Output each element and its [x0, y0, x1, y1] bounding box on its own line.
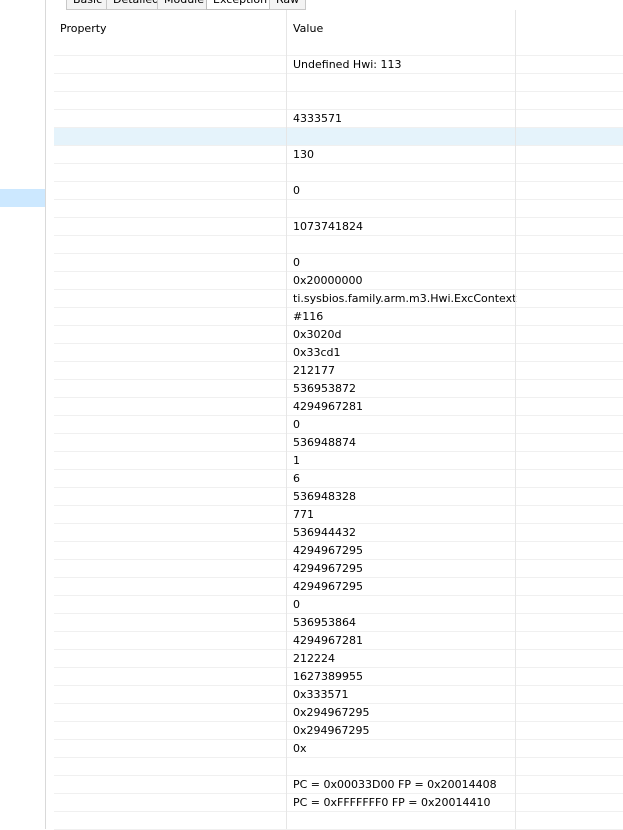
value-cell: 4294967295 — [293, 580, 363, 593]
value-cell: 1073741824 — [293, 220, 363, 233]
table-row[interactable]: lr4294967281 — [54, 632, 623, 650]
table-row[interactable]: psr1627389955 — [54, 668, 623, 686]
table-row[interactable]: r14294967281 — [54, 398, 623, 416]
table-row[interactable]: threadStack0x33cd1 — [54, 344, 623, 362]
tree-group-row[interactable]: Exception context — [54, 74, 623, 92]
value-cell: ti.sysbios.family.arm.m3.Hwi.ExcContext — [293, 292, 517, 305]
table-row[interactable]: 00 — [54, 182, 623, 200]
table-row[interactable]: threadType#116 — [54, 308, 623, 326]
value-cell: 536953864 — [293, 616, 356, 629]
tree-group-row[interactable]: Decoded exception — [54, 38, 623, 56]
table-row[interactable]: AFSR0x — [54, 740, 623, 758]
value-cell: #116 — [293, 310, 324, 323]
table-row[interactable]: r3536948874 — [54, 434, 623, 452]
tree-group-row[interactable]: UFSR — [54, 164, 623, 182]
table-rows: Decoded exceptionDecodedUndefined Hwi: 1… — [54, 38, 623, 830]
tab-bar: Basic Detailed Module Exception Raw — [46, 0, 623, 10]
value-cell: 0x294967295 — [293, 724, 370, 737]
value-cell: 130 — [293, 148, 314, 161]
value-cell: 4294967281 — [293, 634, 363, 647]
table-row[interactable]: r8536944432 — [54, 524, 623, 542]
value-cell: 0 — [293, 184, 300, 197]
value-cell: 0x333571 — [293, 688, 349, 701]
value-cell: 1 — [293, 454, 300, 467]
value-cell: 536948328 — [293, 490, 356, 503]
table-row[interactable]: r104294967295 — [54, 560, 623, 578]
table-row[interactable]: BFAR0x294967295 — [54, 722, 623, 740]
table-row[interactable]: threadStackSize212177 — [54, 362, 623, 380]
value-cell: 0x33cd1 — [293, 346, 341, 359]
value-cell: Undefined Hwi: 113 — [293, 58, 402, 71]
tree-group-row[interactable]: Exception call stack — [54, 758, 623, 776]
value-cell: 6 — [293, 472, 300, 485]
table-row[interactable]: 0130 — [54, 146, 623, 164]
value-cell: 0x20000000 — [293, 274, 363, 287]
table-row[interactable]: DecodedUndefined Hwi: 113 — [54, 56, 623, 74]
tree-group-row[interactable]: BFSR — [54, 128, 623, 146]
table-row[interactable]: 00 — [54, 254, 623, 272]
value-cell: 4294967295 — [293, 562, 363, 575]
column-divider — [515, 10, 516, 829]
tree-group-row[interactable]: MMFSR — [54, 92, 623, 110]
tree-group-row[interactable]: HFSR — [54, 200, 623, 218]
value-cell: PC = 0xFFFFFFF0 FP = 0x20014410 — [293, 796, 491, 809]
value-cell: 536953872 — [293, 382, 356, 395]
left-pane-selection[interactable] — [0, 189, 45, 207]
value-cell: 0x3020d — [293, 328, 342, 341]
value-cell: 536948874 — [293, 436, 356, 449]
table-row[interactable]: r56 — [54, 470, 623, 488]
table-row[interactable]: r6536948328 — [54, 488, 623, 506]
table-row[interactable]: MMAR0x294967295 — [54, 704, 623, 722]
table-row[interactable]: r7771 — [54, 506, 623, 524]
table-row[interactable]: threadHandle0x3020d — [54, 326, 623, 344]
value-cell: 4294967295 — [293, 544, 363, 557]
table-row[interactable]: $typeti.sysbios.family.arm.m3.Hwi.ExcCon… — [54, 290, 623, 308]
table-row[interactable]: r120 — [54, 596, 623, 614]
value-cell: 4333571 — [293, 112, 342, 125]
value-cell: PC = 0x00033D00 FP = 0x20014408 — [293, 778, 497, 791]
value-cell: 1627389955 — [293, 670, 363, 683]
table-row[interactable] — [54, 812, 623, 830]
value-cell: 0x294967295 — [293, 706, 370, 719]
tab-raw[interactable]: Raw — [269, 0, 307, 10]
value-cell: 536944432 — [293, 526, 356, 539]
value-cell: 0x — [293, 742, 307, 755]
table-row[interactable]: r20 — [54, 416, 623, 434]
left-pane — [0, 0, 46, 829]
tree-group-row[interactable]: DFSR — [54, 236, 623, 254]
table-row[interactable]: r94294967295 — [54, 542, 623, 560]
value-cell: 4294967281 — [293, 400, 363, 413]
value-cell: 212177 — [293, 364, 335, 377]
property-table: Property Value Decoded exceptionDecodedU… — [46, 10, 623, 830]
value-cell: 0 — [293, 598, 300, 611]
column-divider — [286, 10, 287, 829]
value-cell: 212224 — [293, 652, 335, 665]
table-row[interactable]: $addr0x20000000 — [54, 272, 623, 290]
table-row[interactable]: pc212224 — [54, 650, 623, 668]
table-row[interactable]: 01073741824 — [54, 218, 623, 236]
table-row[interactable]: sp536953864 — [54, 614, 623, 632]
callstack-row[interactable]: 1<symbol is not available>PC = 0xFFFFFFF… — [54, 794, 623, 812]
value-cell: 771 — [293, 508, 314, 521]
table-row[interactable]: r0536953872 — [54, 380, 623, 398]
value-cell: 0 — [293, 418, 300, 431]
table-row[interactable]: r114294967295 — [54, 578, 623, 596]
tab-basic[interactable]: Basic — [66, 0, 110, 10]
table-row[interactable]: r41 — [54, 452, 623, 470]
table-row[interactable]: ICSR0x333571 — [54, 686, 623, 704]
tab-exception[interactable]: Exception — [206, 0, 275, 10]
table-row[interactable]: 04333571 — [54, 110, 623, 128]
tab-module[interactable]: Module — [157, 0, 211, 10]
value-cell: 0 — [293, 256, 300, 269]
callstack-row[interactable]: 0ti_sysbios_family_arm_m3_Hwi_excHandler… — [54, 776, 623, 794]
